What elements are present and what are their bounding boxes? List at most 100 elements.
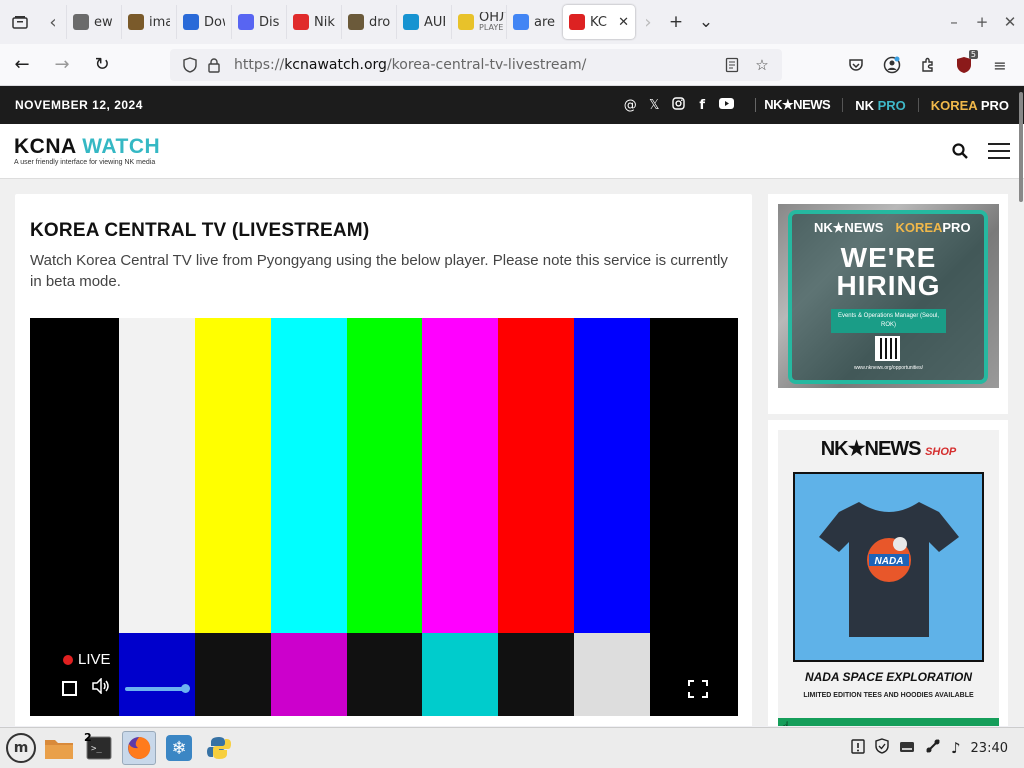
stop-button[interactable] xyxy=(62,681,77,696)
color-bar xyxy=(346,633,423,716)
clock[interactable]: 23:40 xyxy=(971,741,1008,756)
terminal-app-icon[interactable]: >_ 2 xyxy=(82,731,116,765)
list-tabs-chevron-icon[interactable]: ⌄ xyxy=(691,0,721,44)
browser-tab[interactable]: dro.j xyxy=(341,5,396,39)
minimize-button[interactable]: – xyxy=(940,0,968,44)
bookmark-star-icon[interactable]: ☆ xyxy=(750,56,774,74)
reload-button[interactable]: ↻ xyxy=(84,47,120,83)
files-app-icon[interactable] xyxy=(42,731,76,765)
browser-tab[interactable]: Disc xyxy=(231,5,286,39)
brand-divider xyxy=(842,98,844,112)
tab-scroll-right-button[interactable]: › xyxy=(635,0,661,44)
close-window-button[interactable]: ✕ xyxy=(996,0,1024,44)
threads-icon[interactable]: @ xyxy=(623,98,637,113)
nknews-link[interactable]: NK★NEWS xyxy=(764,97,830,113)
browser-tab[interactable]: imag xyxy=(121,5,176,39)
hiring-ad-pro: PRO xyxy=(942,220,971,235)
new-tab-button[interactable]: + xyxy=(661,0,691,44)
tab-overview-button[interactable] xyxy=(0,0,40,44)
color-bar xyxy=(194,318,271,633)
browser-tab[interactable]: KC ✕ xyxy=(563,5,635,39)
lock-icon[interactable] xyxy=(202,57,226,73)
site-menu-hamburger-icon[interactable] xyxy=(988,143,1010,159)
tshirt-icon: NADA xyxy=(818,502,959,637)
site-logo[interactable]: KCNA WATCH A user friendly interface for… xyxy=(14,136,160,166)
browser-tab[interactable]: ew xyxy=(66,5,121,39)
color-bar xyxy=(270,318,347,633)
shop-ad-nknews: NK★NEWS xyxy=(820,438,922,460)
sidebar-hiring-ad[interactable]: NK★NEWS KOREAPRO WE'RE HIRING Events & Ope… xyxy=(768,194,1008,414)
volume-slider-knob[interactable] xyxy=(181,683,190,693)
shop-ad-caption: NADA SPACE EXPLORATION xyxy=(804,670,973,684)
search-icon[interactable] xyxy=(950,141,970,161)
x-twitter-icon[interactable]: 𝕏 xyxy=(647,98,661,113)
browser-tab[interactable]: AUR xyxy=(396,5,451,39)
site-header: KCNA WATCH A user friendly interface for… xyxy=(0,124,1024,179)
browser-tab[interactable]: Dow xyxy=(176,5,231,39)
page-scrollbar[interactable] xyxy=(1018,86,1024,726)
extension-badge: 5 xyxy=(968,50,978,59)
browser-tab[interactable]: Niki xyxy=(286,5,341,39)
update-manager-icon[interactable] xyxy=(851,738,865,758)
ublock-shield-icon[interactable]: 5 xyxy=(946,44,982,86)
test-pattern-top-bars xyxy=(119,318,651,633)
color-bar xyxy=(346,318,423,633)
live-indicator: LIVE xyxy=(63,651,111,668)
url-text[interactable]: https://kcnawatch.org/korea-central-tv-l… xyxy=(234,57,586,73)
logo-kcna-text: KCNA xyxy=(14,135,83,158)
sound-icon[interactable]: ♪ xyxy=(951,739,961,757)
network-icon[interactable] xyxy=(925,738,941,758)
logo-tagline: A user friendly interface for viewing NK… xyxy=(14,159,156,166)
firefox-app-icon[interactable] xyxy=(122,731,156,765)
volume-slider[interactable] xyxy=(125,683,190,693)
color-bar xyxy=(574,633,651,716)
live-label: LIVE xyxy=(78,651,111,668)
back-button[interactable]: ← xyxy=(4,47,40,83)
terminal-window-count: 2 xyxy=(84,731,92,744)
pocket-icon[interactable] xyxy=(838,44,874,86)
video-player[interactable]: LIVE xyxy=(30,318,738,716)
page-description: Watch Korea Central TV live from Pyongya… xyxy=(30,252,728,290)
app-menu-hamburger-icon[interactable]: ≡ xyxy=(982,44,1018,86)
desktop-taskbar: m >_ 2 ❄ ♪ 23:40 xyxy=(0,727,1024,768)
maximize-button[interactable]: + xyxy=(968,0,996,44)
site-top-bar: NOVEMBER 12, 2024 @ 𝕏 f NK★NEWS NK PRO K… xyxy=(0,86,1024,124)
url-bar[interactable]: https://kcnawatch.org/korea-central-tv-l… xyxy=(170,49,782,81)
pin-icon xyxy=(73,14,89,30)
hiring-ad-banner[interactable]: NK★NEWS KOREAPRO WE'RE HIRING Events & Ope… xyxy=(778,204,999,388)
drive-icon[interactable] xyxy=(899,739,915,757)
niki-icon xyxy=(293,14,309,30)
tab-title: ew xyxy=(94,14,113,30)
browser-tab[interactable]: ОНЛ PLAYE xyxy=(451,5,506,39)
qr-code xyxy=(875,336,900,361)
shop-ad-banner[interactable]: NK★NEWS SHOP NADA NADA SPACE EXPLORATION… xyxy=(778,430,999,726)
hiring-headline: WE'RE HIRING xyxy=(778,244,999,300)
color-bar xyxy=(119,633,195,716)
facebook-icon[interactable]: f xyxy=(695,98,709,113)
tab-scroll-left-button[interactable]: ‹ xyxy=(40,0,66,44)
player-controls xyxy=(62,677,190,699)
reader-view-icon[interactable] xyxy=(720,56,744,74)
arch-icon xyxy=(403,14,419,30)
scrollbar-thumb[interactable] xyxy=(1019,92,1023,202)
forward-button[interactable]: → xyxy=(44,47,80,83)
mint-menu-icon[interactable]: m xyxy=(6,733,36,763)
browser-tab[interactable]: are y xyxy=(506,5,561,39)
close-tab-icon[interactable]: ✕ xyxy=(618,15,629,30)
shop-ad-shop: SHOP xyxy=(925,446,957,458)
python-app-icon[interactable] xyxy=(202,731,236,765)
koreapro-link[interactable]: KOREA PRO xyxy=(931,98,1009,113)
tracking-protection-shield-icon[interactable] xyxy=(178,57,202,73)
site-date: NOVEMBER 12, 2024 xyxy=(15,98,143,112)
extensions-puzzle-icon[interactable] xyxy=(910,44,946,86)
instagram-icon[interactable] xyxy=(671,96,685,114)
fullscreen-button[interactable] xyxy=(688,680,708,698)
nkpro-link[interactable]: NK PRO xyxy=(855,98,906,113)
youtube-icon[interactable] xyxy=(719,97,735,113)
account-icon[interactable] xyxy=(874,44,910,86)
shield-icon[interactable] xyxy=(875,738,889,758)
shop-ad-button[interactable] xyxy=(778,718,999,726)
sidebar-shop-ad[interactable]: NK★NEWS SHOP NADA NADA SPACE EXPLORATION… xyxy=(768,420,1008,726)
snowflake-app-icon[interactable]: ❄ xyxy=(162,731,196,765)
volume-icon[interactable] xyxy=(91,677,111,699)
